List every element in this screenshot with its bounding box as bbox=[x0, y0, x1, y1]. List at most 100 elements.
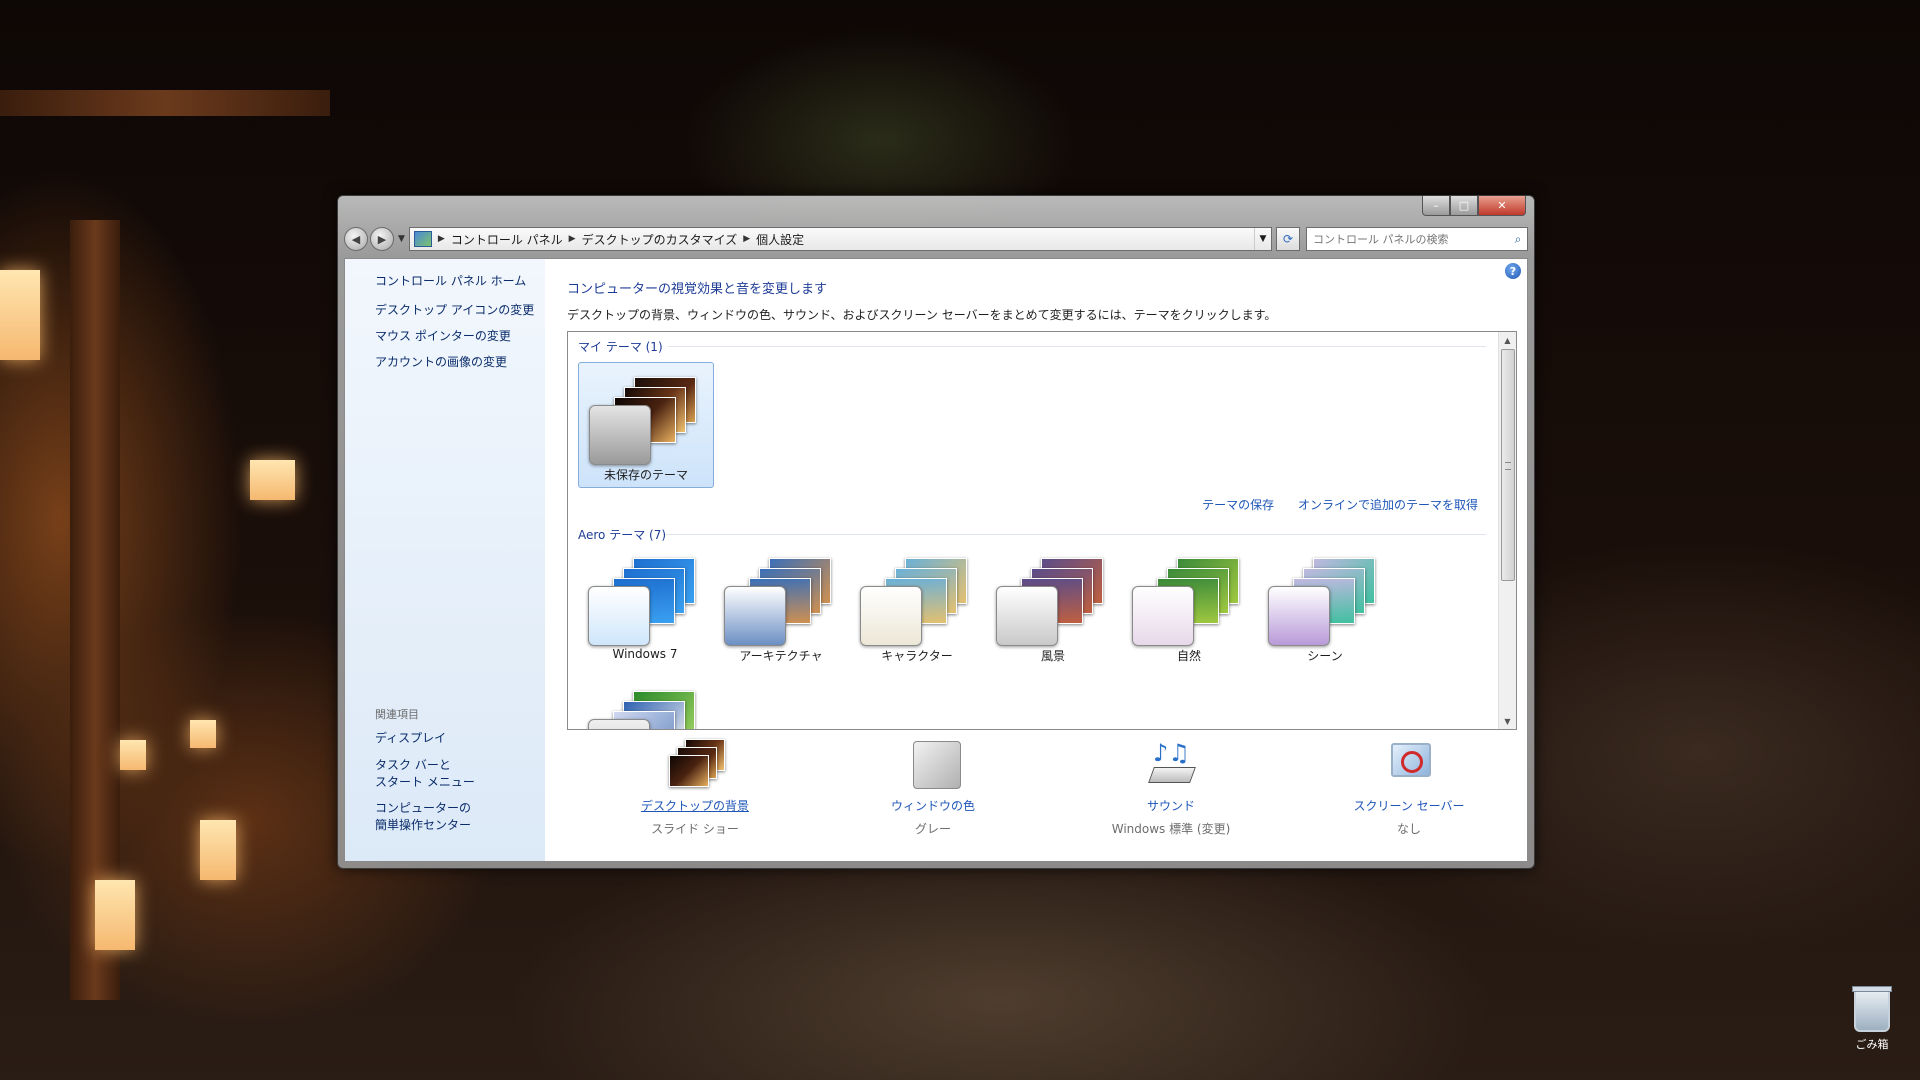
window-color-swatch bbox=[1268, 586, 1330, 646]
search-input[interactable] bbox=[1307, 231, 1509, 247]
group-divider bbox=[666, 534, 1486, 535]
search-box[interactable]: ⌕ bbox=[1306, 227, 1528, 251]
theme-tile[interactable]: 自然 bbox=[1122, 544, 1256, 668]
window-color-swatch bbox=[588, 586, 650, 646]
window-color-swatch bbox=[996, 586, 1058, 646]
theme-label: アーキテクチャ bbox=[739, 649, 823, 663]
recent-pages-dropdown[interactable]: ▼ bbox=[398, 234, 405, 244]
scroll-up-icon[interactable]: ▲ bbox=[1499, 332, 1516, 348]
display-link-line1: ディスプレイ bbox=[375, 731, 447, 745]
chevron-right-icon[interactable]: ▶ bbox=[438, 234, 445, 244]
background-lantern bbox=[250, 460, 295, 500]
control-panel-home-link[interactable]: コントロール パネル ホーム bbox=[375, 272, 526, 289]
refresh-icon: ⟳ bbox=[1282, 232, 1294, 246]
themes-scrollbar[interactable]: ▲ ▼ bbox=[1498, 332, 1516, 729]
get-more-themes-link[interactable]: オンラインで追加のテーマを取得 bbox=[1298, 498, 1478, 512]
color-swatch bbox=[913, 741, 961, 789]
theme-tile[interactable]: キャラクター bbox=[850, 544, 984, 668]
themes-list: マイ テーマ (1) 未保存のテーマ テーマの保存 オンラインで追加のテーマを取… bbox=[567, 331, 1517, 730]
theme-thumbnail bbox=[1132, 550, 1252, 646]
breadcrumb-desktop-customization[interactable]: デスクトップのカスタマイズ bbox=[576, 231, 744, 248]
theme-tile[interactable]: 風景 bbox=[986, 544, 1120, 668]
window-color-swatch bbox=[724, 586, 786, 646]
address-dropdown-icon[interactable]: ▼ bbox=[1254, 228, 1271, 250]
address-bar[interactable]: ▶ コントロール パネル ▶ デスクトップのカスタマイズ ▶ 個人設定 ▼ bbox=[408, 227, 1272, 251]
breadcrumb-control-panel[interactable]: コントロール パネル bbox=[445, 231, 569, 248]
personalization-window: – □ ✕ ◀ ▶ ▼ ▶ コントロール パネル ▶ デスクトップのカスタマイズ… bbox=[337, 195, 1535, 869]
screen-saver-title: スクリーン セーバー bbox=[1353, 799, 1465, 813]
close-button[interactable]: ✕ bbox=[1478, 196, 1526, 216]
sound-icon: ♪♫ bbox=[1143, 739, 1199, 789]
theme-tile[interactable]: シーン bbox=[1258, 544, 1392, 668]
left-pane: コントロール パネル ホーム デスクトップ アイコンの変更 マウス ポインターの… bbox=[345, 259, 545, 861]
theme-links: テーマの保存 オンラインで追加のテーマを取得 bbox=[1182, 496, 1478, 513]
change-mouse-pointer-link[interactable]: マウス ポインターの変更 bbox=[375, 327, 511, 344]
chevron-right-icon[interactable]: ▶ bbox=[743, 234, 750, 244]
theme-thumbnail bbox=[589, 369, 709, 465]
music-note-icon: ♪♫ bbox=[1153, 739, 1190, 767]
background-lantern bbox=[0, 270, 40, 360]
navigation-bar: ◀ ▶ ▼ ▶ コントロール パネル ▶ デスクトップのカスタマイズ ▶ 個人設… bbox=[344, 226, 1528, 252]
desktop-background-button[interactable]: デスクトップの背景 スライド ショー bbox=[585, 739, 805, 837]
help-icon[interactable]: ? bbox=[1505, 263, 1521, 279]
sound-button[interactable]: ♪♫ サウンド Windows 標準 (変更) bbox=[1061, 739, 1281, 837]
ease-of-access-link[interactable]: コンピューターの 簡単操作センター bbox=[375, 800, 471, 834]
theme-unsaved[interactable]: 未保存のテーマ bbox=[578, 362, 714, 488]
wallpaper-card bbox=[669, 755, 709, 787]
my-themes-title: マイ テーマ (1) bbox=[578, 340, 663, 354]
theme-label: 未保存のテーマ bbox=[603, 468, 688, 482]
screen-saver-value: なし bbox=[1396, 822, 1421, 836]
scroll-grip-icon bbox=[1505, 462, 1511, 470]
refresh-button[interactable]: ⟳ bbox=[1276, 227, 1300, 251]
page-title: コンピューターの視覚効果と音を変更します bbox=[567, 282, 828, 297]
display-link[interactable]: ディスプレイ bbox=[375, 729, 446, 746]
background-lantern bbox=[95, 880, 135, 950]
background-lantern bbox=[190, 720, 216, 748]
window-color-value: グレー bbox=[914, 822, 951, 836]
window-color-button[interactable]: ウィンドウの色 グレー bbox=[823, 739, 1043, 837]
theme-tile[interactable]: Windows 7 bbox=[578, 544, 712, 668]
taskbar-start-menu-link[interactable]: タスク バーと スタート メニュー bbox=[375, 757, 475, 791]
content-area: コントロール パネル ホーム デスクトップ アイコンの変更 マウス ポインターの… bbox=[344, 258, 1528, 862]
chevron-right-icon[interactable]: ▶ bbox=[569, 234, 576, 244]
caption-buttons: – □ ✕ bbox=[1422, 196, 1526, 216]
forward-button[interactable]: ▶ bbox=[370, 227, 394, 251]
taskbar-link-line2: スタート メニュー bbox=[375, 775, 475, 789]
group-divider bbox=[668, 346, 1486, 347]
desktop-background-title: デスクトップの背景 bbox=[640, 799, 749, 813]
window-color-icon bbox=[905, 739, 961, 789]
window-color-swatch bbox=[588, 719, 650, 729]
scroll-thumb[interactable] bbox=[1501, 349, 1515, 581]
search-icon[interactable]: ⌕ bbox=[1509, 232, 1527, 247]
taskbar-link-line1: タスク バーと bbox=[375, 758, 451, 772]
desktop-background-value: スライド ショー bbox=[651, 822, 739, 836]
screen-saver-icon bbox=[1381, 739, 1437, 789]
back-button[interactable]: ◀ bbox=[344, 227, 368, 251]
screen-saver-button[interactable]: スクリーン セーバー なし bbox=[1299, 739, 1519, 837]
related-label: 関連項目 bbox=[375, 708, 419, 721]
recycle-bin[interactable]: ごみ箱 bbox=[1842, 986, 1902, 1052]
scroll-down-icon[interactable]: ▼ bbox=[1499, 713, 1516, 729]
minimize-button[interactable]: – bbox=[1422, 196, 1450, 216]
keyboard-shape bbox=[1148, 767, 1196, 783]
background-lantern bbox=[200, 820, 236, 880]
theme-partial[interactable] bbox=[578, 677, 712, 729]
change-account-picture-link[interactable]: アカウントの画像の変更 bbox=[375, 353, 507, 370]
ease-of-access-line1: コンピューターの bbox=[375, 801, 472, 815]
desktop-background-icon bbox=[667, 739, 725, 789]
theme-thumbnail bbox=[860, 550, 980, 646]
theme-label: キャラクター bbox=[881, 649, 953, 663]
theme-label: シーン bbox=[1307, 649, 1343, 663]
maximize-button[interactable]: □ bbox=[1450, 196, 1478, 216]
window-color-swatch bbox=[589, 405, 651, 465]
theme-label: 風景 bbox=[1040, 649, 1065, 663]
change-desktop-icons-link[interactable]: デスクトップ アイコンの変更 bbox=[375, 301, 534, 318]
control-panel-icon bbox=[413, 231, 432, 247]
breadcrumb-personalization[interactable]: 個人設定 bbox=[750, 231, 810, 248]
no-symbol-icon bbox=[1401, 751, 1423, 773]
save-theme-link[interactable]: テーマの保存 bbox=[1202, 498, 1274, 512]
theme-label: 自然 bbox=[1176, 649, 1201, 663]
window-color-title: ウィンドウの色 bbox=[890, 799, 975, 813]
recycle-bin-label: ごみ箱 bbox=[1855, 1038, 1889, 1051]
theme-tile[interactable]: アーキテクチャ bbox=[714, 544, 848, 668]
